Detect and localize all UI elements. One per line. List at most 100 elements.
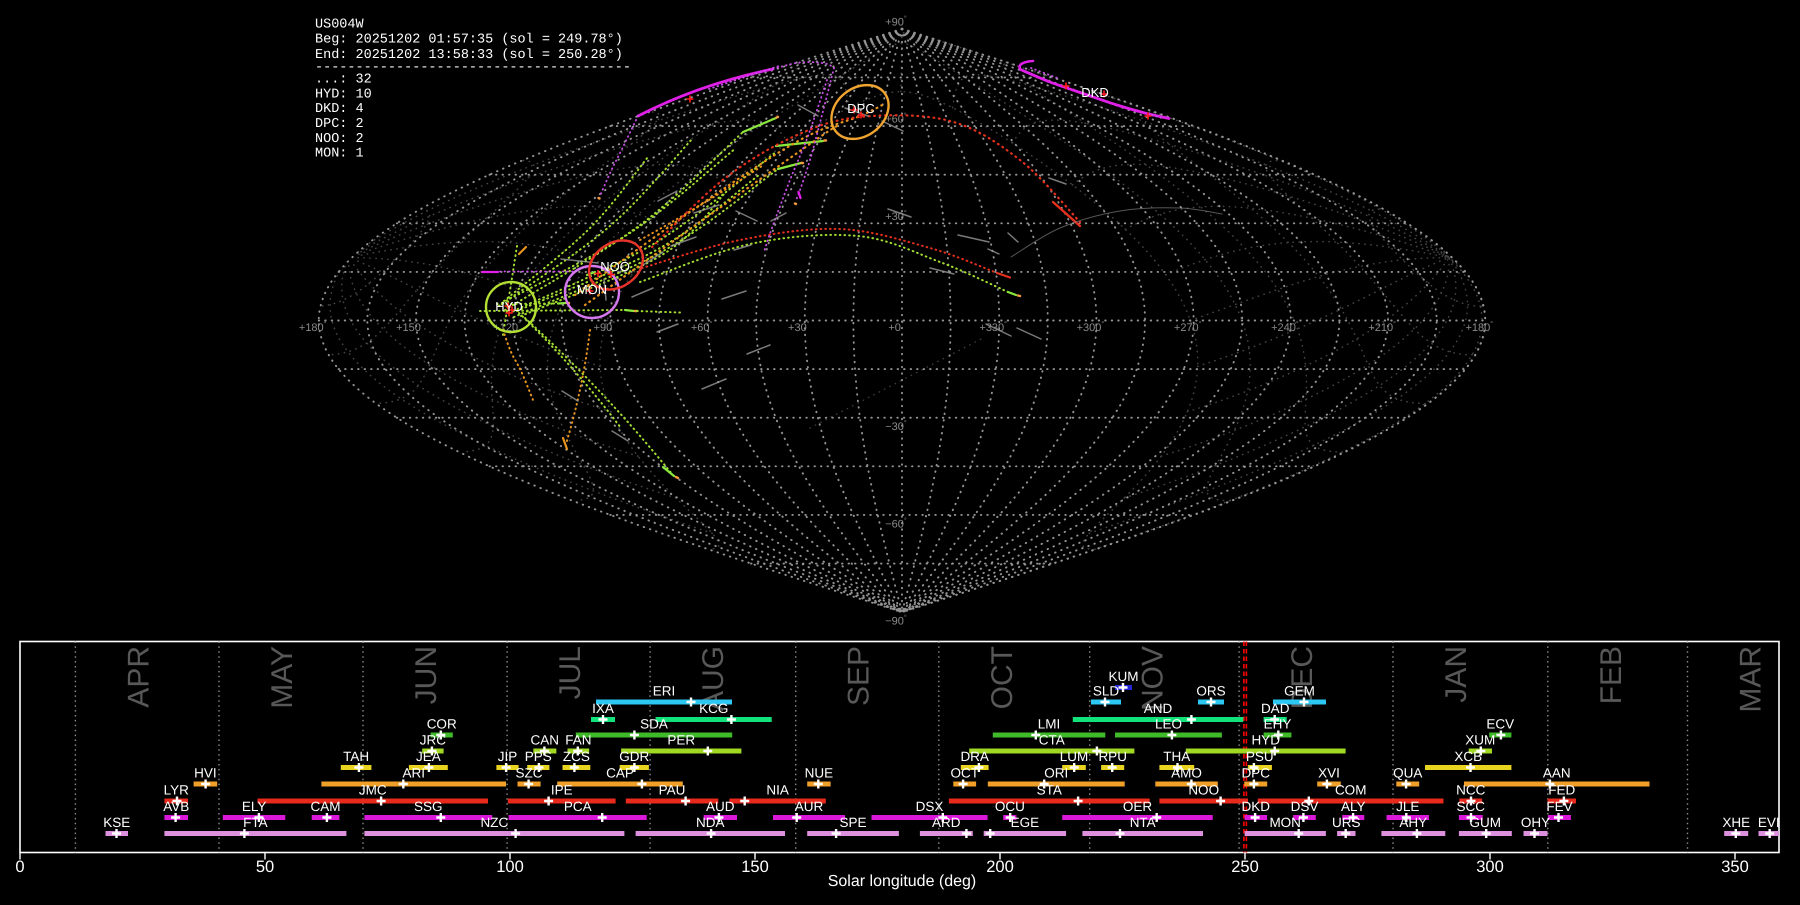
svg-text:AND: AND [1144,701,1173,716]
svg-text:SSG: SSG [414,799,443,814]
svg-text:COM: COM [1335,783,1367,798]
svg-text:DRA: DRA [960,749,989,764]
svg-text:JIP: JIP [498,749,518,764]
svg-text:ORI: ORI [1044,766,1068,781]
svg-text:+90°: +90° [594,321,616,334]
svg-text:GEM: GEM [1284,684,1315,699]
svg-text:OCU: OCU [995,799,1025,814]
svg-text:ARI: ARI [402,766,425,781]
svg-text:−90°: −90° [885,615,907,628]
svg-text:APR: APR [122,646,155,708]
svg-text:US004W: US004W [315,18,365,33]
svg-text:...: 32: ...: 32 [315,73,372,88]
svg-text:NIA: NIA [766,783,789,798]
svg-text:AUR: AUR [795,799,824,814]
svg-text:200: 200 [986,858,1014,876]
svg-text:GDR: GDR [619,749,649,764]
svg-text:FAN: FAN [565,733,591,748]
svg-text:DPC: 2: DPC: 2 [315,117,364,132]
svg-text:DKD: DKD [1242,799,1271,814]
svg-text:+180°: +180° [299,321,327,334]
svg-text:IPE: IPE [551,783,573,798]
svg-text:+150°: +150° [396,321,424,334]
svg-text:Beg: 20251202 01:57:35 (sol =: Beg: 20251202 01:57:35 (sol = 249.78°) [315,33,623,48]
svg-text:OER: OER [1123,799,1153,814]
svg-text:MAY: MAY [266,646,299,709]
svg-text:RPU: RPU [1098,749,1127,764]
svg-text:AAN: AAN [1543,766,1571,781]
svg-text:DKD: 4: DKD: 4 [315,102,364,117]
svg-text:Solar longitude (deg): Solar longitude (deg) [828,873,977,890]
svg-text:PCA: PCA [564,799,592,814]
svg-text:−30°: −30° [885,420,907,433]
svg-text:IXA: IXA [592,701,614,716]
svg-text:QUA: QUA [1393,766,1422,781]
svg-text:ERI: ERI [653,684,676,699]
svg-text:OHY: OHY [1521,815,1550,830]
svg-text:COR: COR [427,717,457,732]
svg-text:JUN: JUN [410,646,443,704]
svg-text:KCG: KCG [699,701,728,716]
svg-text:SPE: SPE [839,815,866,830]
svg-text:CTA: CTA [1039,733,1065,748]
svg-text:+60°: +60° [691,321,713,334]
svg-text:MON: MON [1269,815,1301,830]
svg-text:DSX: DSX [916,799,944,814]
svg-text:TAH: TAH [343,749,369,764]
svg-text:+90°: +90° [885,15,907,28]
svg-text:NCC: NCC [1456,783,1485,798]
svg-text:EGE: EGE [1011,815,1040,830]
svg-text:−60°: −60° [885,517,907,530]
svg-text:NOO: 2: NOO: 2 [315,132,364,147]
svg-text:CAM: CAM [311,799,341,814]
svg-text:JUL: JUL [554,646,587,699]
svg-text:LUM: LUM [1060,749,1089,764]
svg-text:HVI: HVI [194,766,217,781]
svg-text:HYD: 10: HYD: 10 [315,87,372,102]
svg-text:XVI: XVI [1318,766,1340,781]
svg-text:+240°: +240° [1271,321,1299,334]
svg-text:DPC: DPC [847,101,874,116]
svg-text:KUM: KUM [1109,669,1139,684]
svg-text:HYD: HYD [495,299,522,314]
svg-text:THA: THA [1163,749,1190,764]
svg-text:50: 50 [256,858,274,876]
svg-text:PER: PER [667,733,695,748]
svg-text:+300°: +300° [1077,321,1105,334]
svg-text:ALY: ALY [1341,799,1366,814]
svg-text:AUD: AUD [706,799,735,814]
svg-text:SEP: SEP [843,646,876,706]
svg-text:NTA: NTA [1130,815,1156,830]
svg-text:NZC: NZC [481,815,509,830]
svg-text:XHE: XHE [1722,815,1750,830]
svg-text:100: 100 [496,858,524,876]
svg-text:JMC: JMC [359,783,387,798]
svg-text:ELY: ELY [242,799,267,814]
svg-text:MON: MON [577,282,607,297]
svg-text:CAN: CAN [531,733,560,748]
svg-text:+270°: +270° [1174,321,1202,334]
svg-text:LEO: LEO [1155,717,1182,732]
svg-text:OCT: OCT [986,646,1019,709]
svg-text:MAR: MAR [1735,646,1768,713]
svg-text:LYR: LYR [164,783,190,798]
svg-text:+210°: +210° [1368,321,1396,334]
svg-text:NUE: NUE [805,766,834,781]
svg-text:MON: 1: MON: 1 [315,147,364,162]
svg-text:250: 250 [1231,858,1259,876]
svg-text:SDA: SDA [640,717,668,732]
svg-text:350: 350 [1721,858,1749,876]
svg-text:KSE: KSE [103,815,130,830]
svg-text:JAN: JAN [1440,646,1473,703]
svg-text:LMI: LMI [1038,717,1061,732]
svg-text:EVI: EVI [1758,815,1780,830]
svg-text:0: 0 [15,858,24,876]
svg-text:NOO: NOO [600,259,630,274]
svg-text:JLE: JLE [1396,799,1419,814]
svg-text:PSU: PSU [1246,749,1274,764]
svg-text:CAP: CAP [606,766,634,781]
svg-text:FEB: FEB [1595,646,1628,704]
svg-text:DKD: DKD [1081,85,1108,100]
svg-text:150: 150 [741,858,769,876]
svg-text:+180°: +180° [1466,321,1494,334]
